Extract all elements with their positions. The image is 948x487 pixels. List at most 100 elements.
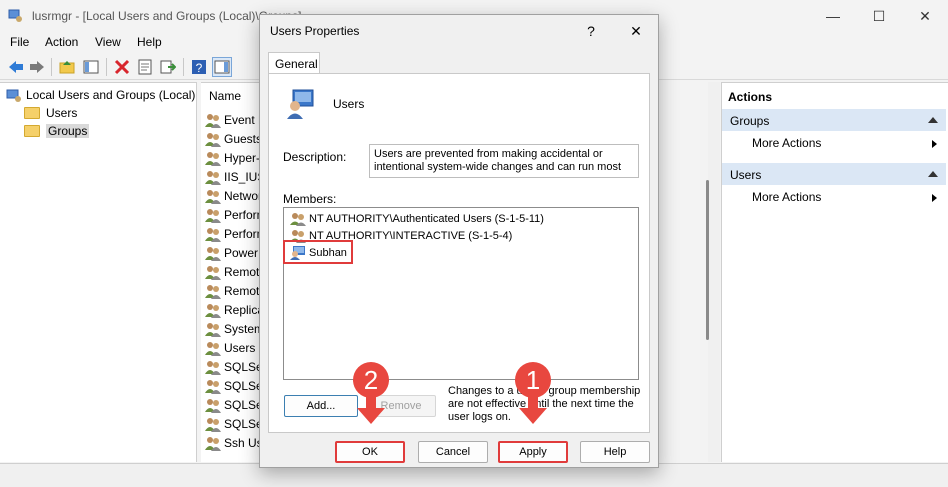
list-item-label: Power [224,245,259,260]
dialog-help-button[interactable]: ? [568,15,614,47]
submenu-arrow-icon [932,194,937,202]
group-icon [205,265,221,280]
svg-text:?: ? [196,61,203,75]
up-folder-icon[interactable] [57,57,77,77]
list-item[interactable]: SQLSer [205,376,261,395]
list-item[interactable]: Hyper- [205,148,260,167]
list-item[interactable]: IIS_IUSR [205,167,261,186]
tree-pane: Local Users and Groups (Local) Users Gro… [0,82,197,462]
toolbar-separator [106,58,107,76]
help-button[interactable]: Help [580,441,650,463]
list-item[interactable]: Perform [205,224,261,243]
minimize-button[interactable]: — [810,0,856,32]
tree-item-groups[interactable]: Groups [24,122,90,140]
group-name: Users [333,97,365,111]
list-item[interactable]: Ssh Use [205,433,261,452]
add-button[interactable]: Add... [284,395,358,417]
list-item[interactable]: Event L [205,110,261,129]
tree-root[interactable]: Local Users and Groups (Local) [6,86,195,104]
actions-section-users[interactable]: Users [722,163,946,185]
group-member-icon [290,212,306,226]
tree-item-label: Groups [46,124,90,138]
member-name: NT AUTHORITY\Authenticated Users (S-1-5-… [309,212,544,225]
member-item[interactable]: NT AUTHORITY\Authenticated Users (S-1-5-… [290,210,544,227]
group-icon [205,151,221,166]
menu-help[interactable]: Help [137,35,162,49]
menu-action[interactable]: Action [45,35,78,49]
more-actions-users[interactable]: More Actions [752,187,821,207]
show-hide-tree-icon[interactable] [81,57,101,77]
group-icon [205,246,221,261]
users-groups-icon [6,89,21,102]
list-item-label: Perform [224,207,261,222]
more-actions-groups[interactable]: More Actions [752,133,821,153]
delete-icon[interactable] [112,57,132,77]
members-list[interactable]: NT AUTHORITY\Authenticated Users (S-1-5-… [283,207,639,380]
group-icon [205,208,221,223]
toolbar-separator [183,58,184,76]
list-item[interactable]: Users [205,338,255,357]
list-item[interactable]: SQLSer [205,357,261,376]
tree-item-users[interactable]: Users [24,104,77,122]
list-item-label: SQLSer [224,397,261,412]
export-list-icon[interactable] [158,57,178,77]
tab-general[interactable]: General [268,52,320,74]
group-icon [205,379,221,394]
column-header-name[interactable]: Name [201,83,261,107]
menu-view[interactable]: View [95,35,121,49]
submenu-arrow-icon [932,140,937,148]
show-action-pane-icon[interactable] [212,57,232,77]
dialog-close-button[interactable]: ✕ [613,15,659,47]
list-item[interactable]: Networ [205,186,261,205]
pane-gap [708,82,720,462]
actions-section-groups[interactable]: Groups [722,109,946,131]
list-item[interactable]: Guests [205,129,261,148]
list-item[interactable]: SQLSer [205,395,261,414]
step-1-arrow-icon [519,408,547,424]
list-item-label: SQLSer [224,378,261,393]
forward-icon[interactable] [27,57,47,77]
list-item-label: Hyper- [224,150,261,165]
list-item-label: SQLSer [224,359,261,374]
tree-root-label: Local Users and Groups (Local) [26,88,196,102]
close-button[interactable]: ✕ [902,0,948,32]
group-icon [205,417,221,432]
list-item[interactable]: Power [205,243,258,262]
group-icon [205,303,221,318]
list-item[interactable]: Perform [205,205,261,224]
list-item-label: Networ [224,188,261,203]
properties-icon[interactable] [135,57,155,77]
ok-button[interactable]: OK [335,441,405,463]
list-item[interactable]: Replica [205,300,261,319]
description-field[interactable]: Users are prevented from making accident… [369,144,639,178]
list-item[interactable]: System [205,319,261,338]
group-icon [205,284,221,299]
help-icon[interactable]: ? [189,57,209,77]
subhan-highlight [283,240,353,264]
back-icon[interactable] [6,57,26,77]
section-title: Groups [730,114,770,128]
scrollbar-thumb[interactable] [706,180,709,340]
folder-icon [24,125,40,137]
list-item-label: System [224,321,261,336]
step-1-callout: 1 [515,362,551,398]
menu-file[interactable]: File [10,35,29,49]
collapse-icon[interactable] [928,117,938,123]
dialog-title: Users Properties [270,24,360,38]
list-item[interactable]: SQLSer [205,414,261,433]
more-actions-label: More Actions [752,136,822,150]
group-icon [205,113,221,128]
toolbar-separator [51,58,52,76]
maximize-button[interactable]: ☐ [856,0,902,32]
list-item[interactable]: Remote [205,281,261,300]
list-item-label: Remote [224,283,261,298]
list-item-label: SQLSer [224,416,261,431]
actions-header: Actions [728,90,773,104]
apply-button[interactable]: Apply [498,441,568,463]
list-item[interactable]: Remote [205,262,261,281]
list-item-label: Users [224,340,256,355]
collapse-icon[interactable] [928,171,938,177]
group-icon [205,227,221,242]
cancel-button[interactable]: Cancel [418,441,488,463]
membership-note: Changes to a user's group membership are… [448,385,641,423]
